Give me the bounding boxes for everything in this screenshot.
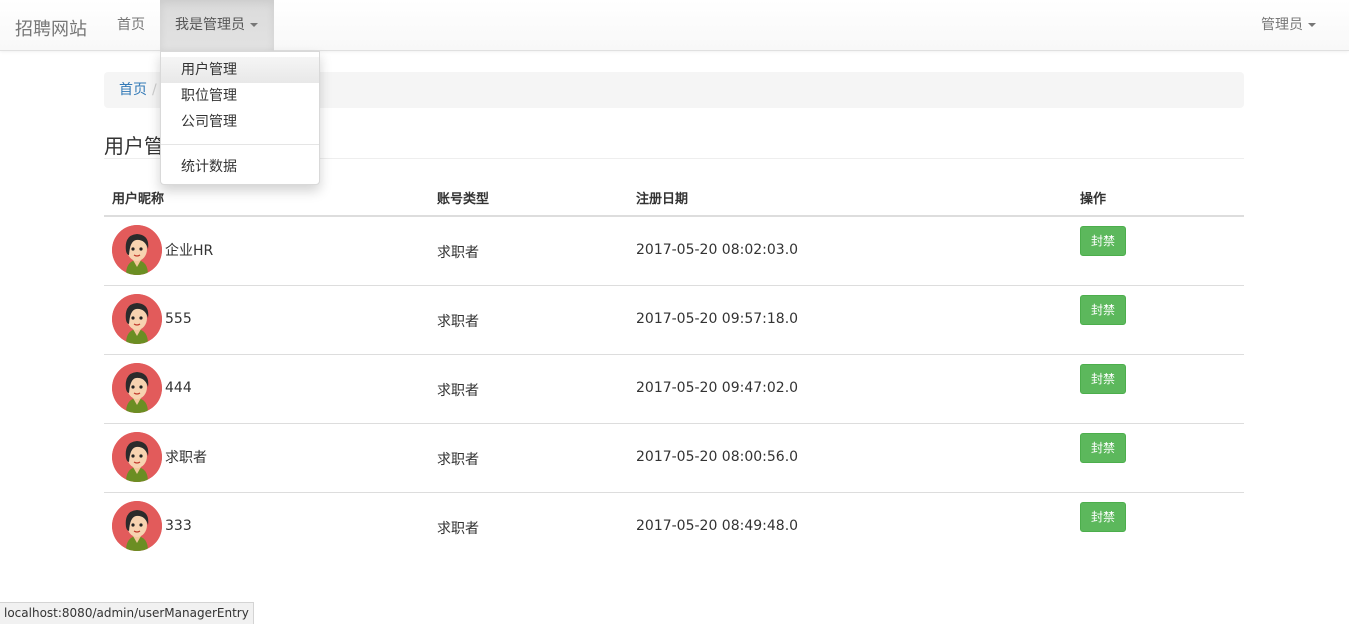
ban-button[interactable]: 封禁	[1080, 294, 1127, 325]
caret-down-icon	[1308, 23, 1316, 27]
header-nickname: 用户昵称	[104, 180, 429, 217]
breadcrumb-home-link[interactable]: 首页	[119, 82, 147, 98]
user-avatar-icon	[112, 225, 162, 275]
register-date: 2017-05-20 08:49:48.0	[636, 517, 799, 534]
admin-dropdown-menu: 用户管理 职位管理 公司管理 统计数据	[160, 51, 320, 185]
account-type: 求职者	[437, 451, 479, 468]
table-row: 333 求职者 2017-05-20 08:49:48.0 封禁	[104, 492, 1244, 561]
account-type: 求职者	[437, 245, 479, 261]
cell-nickname: 555	[104, 285, 429, 355]
dropdown-item-user-management[interactable]: 用户管理	[161, 57, 319, 83]
user-nickname: 企业HR	[165, 243, 214, 259]
caret-down-icon	[250, 23, 258, 27]
account-type: 求职者	[437, 520, 479, 537]
ban-button[interactable]: 封禁	[1080, 363, 1127, 394]
navbar: 招聘网站 首页 我是管理员 管理员	[0, 0, 1349, 51]
user-avatar-icon	[112, 500, 162, 551]
nav-user-dropdown-toggle[interactable]: 管理员	[1246, 0, 1331, 51]
cell-register-date: 2017-05-20 08:00:56.0	[628, 423, 1072, 493]
cell-actions: 封禁	[1072, 285, 1244, 355]
cell-account-type: 求职者	[429, 492, 628, 561]
cell-actions: 封禁	[1072, 354, 1244, 424]
table-row: 企业HR 求职者 2017-05-20 08:02:03.0 封禁	[104, 216, 1244, 286]
table-row: 求职者 求职者 2017-05-20 08:00:56.0 封禁	[104, 423, 1244, 493]
dropdown-item-job-management[interactable]: 职位管理	[161, 83, 319, 109]
user-table: 用户昵称 账号类型 注册日期 操作 企业HR 求职者 2017-05-20 08:0…	[104, 180, 1244, 561]
user-nickname: 555	[165, 310, 192, 327]
user-avatar-icon	[112, 293, 162, 344]
dropdown-item-statistics[interactable]: 统计数据	[161, 154, 319, 180]
cell-account-type: 求职者	[429, 216, 628, 286]
register-date: 2017-05-20 09:57:18.0	[636, 310, 799, 327]
dropdown-divider	[161, 144, 319, 145]
table-row: 555 求职者 2017-05-20 09:57:18.0 封禁	[104, 285, 1244, 355]
user-nickname: 333	[165, 517, 192, 534]
nav-user-label: 管理员	[1261, 17, 1303, 33]
ban-button[interactable]: 封禁	[1080, 226, 1127, 256]
user-nickname: 444	[165, 379, 192, 396]
cell-actions: 封禁	[1072, 492, 1244, 561]
cell-nickname: 333	[104, 492, 429, 561]
register-date: 2017-05-20 08:02:03.0	[636, 242, 799, 258]
nav-home-link[interactable]: 首页	[102, 0, 160, 51]
nav-admin-dropdown-toggle[interactable]: 我是管理员	[160, 0, 274, 51]
cell-account-type: 求职者	[429, 285, 628, 355]
register-date: 2017-05-20 08:00:56.0	[636, 448, 799, 465]
header-account-type: 账号类型	[429, 180, 628, 217]
user-avatar-icon	[112, 362, 162, 413]
cell-register-date: 2017-05-20 09:57:18.0	[628, 285, 1072, 355]
user-nickname: 求职者	[165, 449, 207, 466]
nav-admin-label: 我是管理员	[175, 17, 245, 33]
cell-nickname: 企业HR	[104, 216, 429, 286]
cell-register-date: 2017-05-20 08:49:48.0	[628, 492, 1072, 561]
dropdown-item-company-management[interactable]: 公司管理	[161, 109, 319, 135]
cell-actions: 封禁	[1072, 423, 1244, 493]
cell-nickname: 求职者	[104, 423, 429, 493]
user-avatar-icon	[112, 431, 162, 482]
cell-account-type: 求职者	[429, 423, 628, 493]
register-date: 2017-05-20 09:47:02.0	[636, 379, 799, 396]
table-header-row: 用户昵称 账号类型 注册日期 操作	[104, 180, 1244, 217]
brand-logo[interactable]: 招聘网站	[15, 15, 87, 41]
header-register-date: 注册日期	[628, 180, 1072, 217]
cell-account-type: 求职者	[429, 354, 628, 424]
cell-register-date: 2017-05-20 08:02:03.0	[628, 216, 1072, 286]
cell-actions: 封禁	[1072, 216, 1244, 286]
header-actions: 操作	[1072, 180, 1244, 217]
account-type: 求职者	[437, 313, 479, 330]
ban-button[interactable]: 封禁	[1080, 501, 1127, 532]
account-type: 求职者	[437, 382, 479, 399]
table-row: 444 求职者 2017-05-20 09:47:02.0 封禁	[104, 354, 1244, 424]
cell-register-date: 2017-05-20 09:47:02.0	[628, 354, 1072, 424]
browser-status-bar: localhost:8080/admin/userManagerEntry	[0, 602, 254, 624]
cell-nickname: 444	[104, 354, 429, 424]
ban-button[interactable]: 封禁	[1080, 432, 1127, 463]
